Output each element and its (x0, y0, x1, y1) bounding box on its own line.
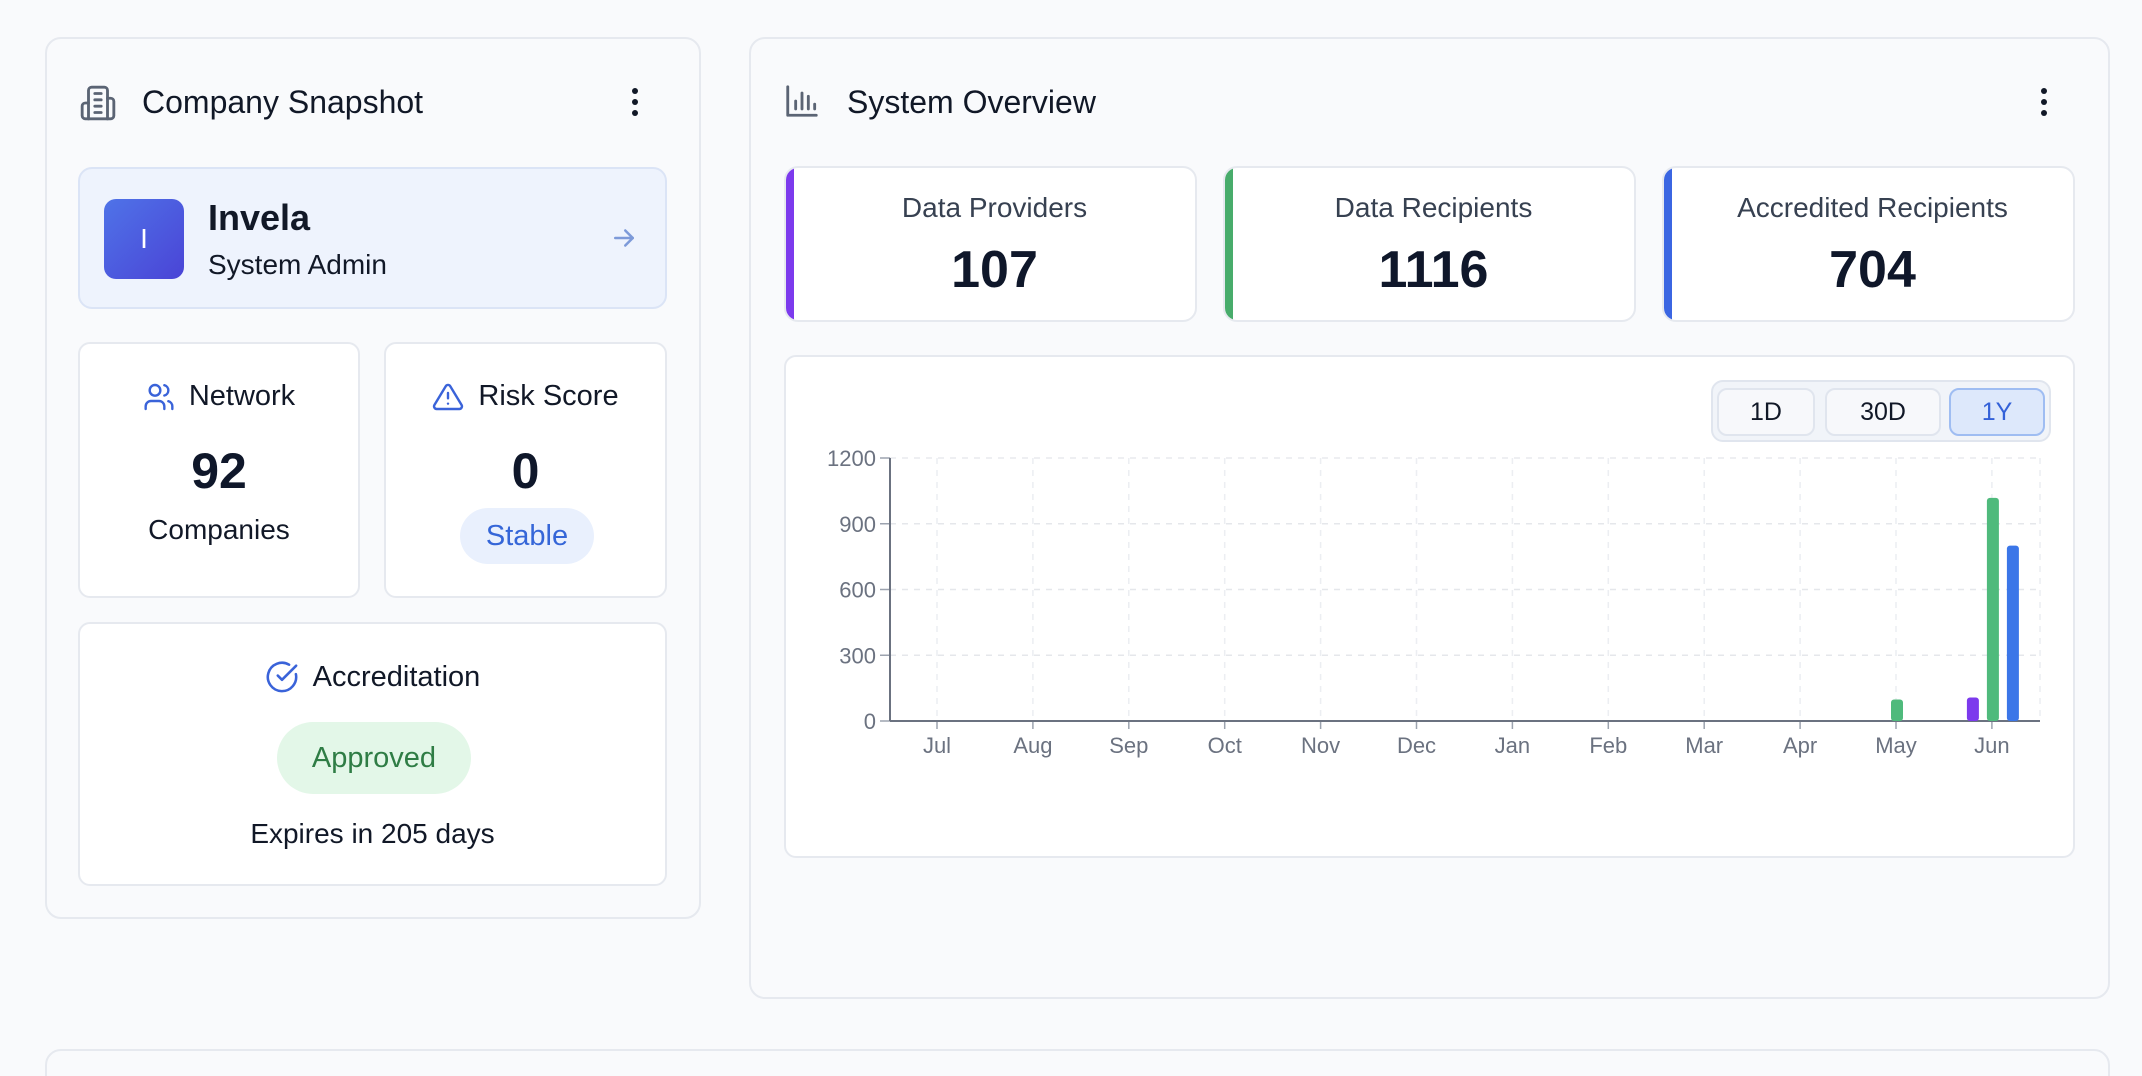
risk-score-card[interactable]: Risk Score 0 Stable (384, 342, 667, 598)
x-tick-label: Oct (1208, 733, 1242, 758)
accreditation-label: Accreditation (312, 660, 481, 693)
metric-value: 107 (951, 241, 1038, 299)
bottom-panel (45, 1049, 2110, 1076)
y-tick-label: 900 (839, 512, 876, 537)
company-snapshot-title: Company Snapshot (142, 84, 424, 120)
company-snapshot-menu-icon[interactable] (625, 82, 645, 122)
bar (1986, 497, 1999, 721)
y-tick-label: 0 (864, 709, 876, 734)
company-name: Invela (208, 197, 311, 238)
x-tick-label: Jun (1974, 733, 2009, 758)
risk-status-badge: Stable (460, 508, 594, 564)
range-button-1y[interactable]: 1Y (1949, 388, 2045, 436)
network-label: Network (188, 380, 296, 412)
metric-value: 704 (1829, 241, 1916, 299)
company-card[interactable]: I Invela System Admin (78, 167, 667, 309)
x-tick-label: Aug (1013, 733, 1052, 758)
metric-value: 1116 (1378, 241, 1489, 299)
metric-label: Data Recipients (1334, 192, 1533, 223)
network-value: 92 (191, 443, 247, 499)
metric-card-data-recipients[interactable]: Data Recipients 1116 (1223, 166, 1636, 322)
building-icon (80, 85, 116, 121)
y-tick-label: 1200 (827, 446, 876, 471)
x-tick-label: Feb (1589, 733, 1627, 758)
arrow-right-icon (614, 229, 634, 247)
bar (2006, 545, 2019, 721)
x-tick-label: May (1875, 733, 1917, 758)
warning-triangle-icon (433, 383, 464, 410)
x-tick-label: Nov (1301, 733, 1340, 758)
metric-accent (786, 168, 794, 320)
system-overview-title: System Overview (847, 84, 1096, 120)
accreditation-label-row: Accreditation (80, 660, 665, 694)
bar-chart: 0 300 600 900 1200 Jul Aug Sep Oct Nov Dec Jan Feb Ma… (827, 446, 2041, 758)
accreditation-card[interactable]: Accreditation Approved Expires in 205 da… (78, 622, 667, 886)
range-button-1d[interactable]: 1D (1717, 388, 1815, 436)
network-card[interactable]: Network 92 Companies (78, 342, 360, 598)
risk-label: Risk Score (478, 380, 619, 412)
check-circle-icon (266, 661, 298, 693)
y-tick-label: 300 (839, 643, 876, 668)
x-tick-label: Jul (923, 733, 951, 758)
bar (1966, 697, 1979, 721)
bar-chart-icon (786, 85, 818, 117)
network-label-row: Network (80, 380, 358, 413)
metric-card-data-providers[interactable]: Data Providers 107 (784, 166, 1197, 322)
range-toggle-group: 1D 30D 1Y (1711, 380, 2051, 442)
network-sub: Companies (148, 514, 290, 545)
range-button-30d[interactable]: 30D (1825, 388, 1941, 436)
x-tick-label: Apr (1783, 733, 1817, 758)
y-tick-label: 600 (839, 578, 876, 603)
accreditation-status-badge: Approved (277, 722, 471, 794)
metric-card-accredited-recipients[interactable]: Accredited Recipients 704 (1662, 166, 2075, 322)
risk-label-row: Risk Score (386, 380, 665, 413)
x-tick-label: Dec (1397, 733, 1436, 758)
metric-label: Accredited Recipients (1737, 192, 2008, 223)
company-avatar: I (104, 199, 184, 279)
metric-accent (1664, 168, 1672, 320)
users-icon (144, 383, 174, 410)
x-tick-label: Mar (1685, 733, 1723, 758)
system-overview-menu-icon[interactable] (2034, 82, 2054, 122)
metric-label: Data Providers (901, 192, 1088, 223)
risk-value: 0 (511, 443, 540, 499)
metric-accent (1225, 168, 1233, 320)
bar (1891, 699, 1903, 721)
x-tick-label: Jan (1495, 733, 1530, 758)
x-tick-label: Sep (1109, 733, 1148, 758)
company-role: System Admin (208, 249, 387, 280)
accreditation-expiry: Expires in 205 days (250, 818, 495, 849)
